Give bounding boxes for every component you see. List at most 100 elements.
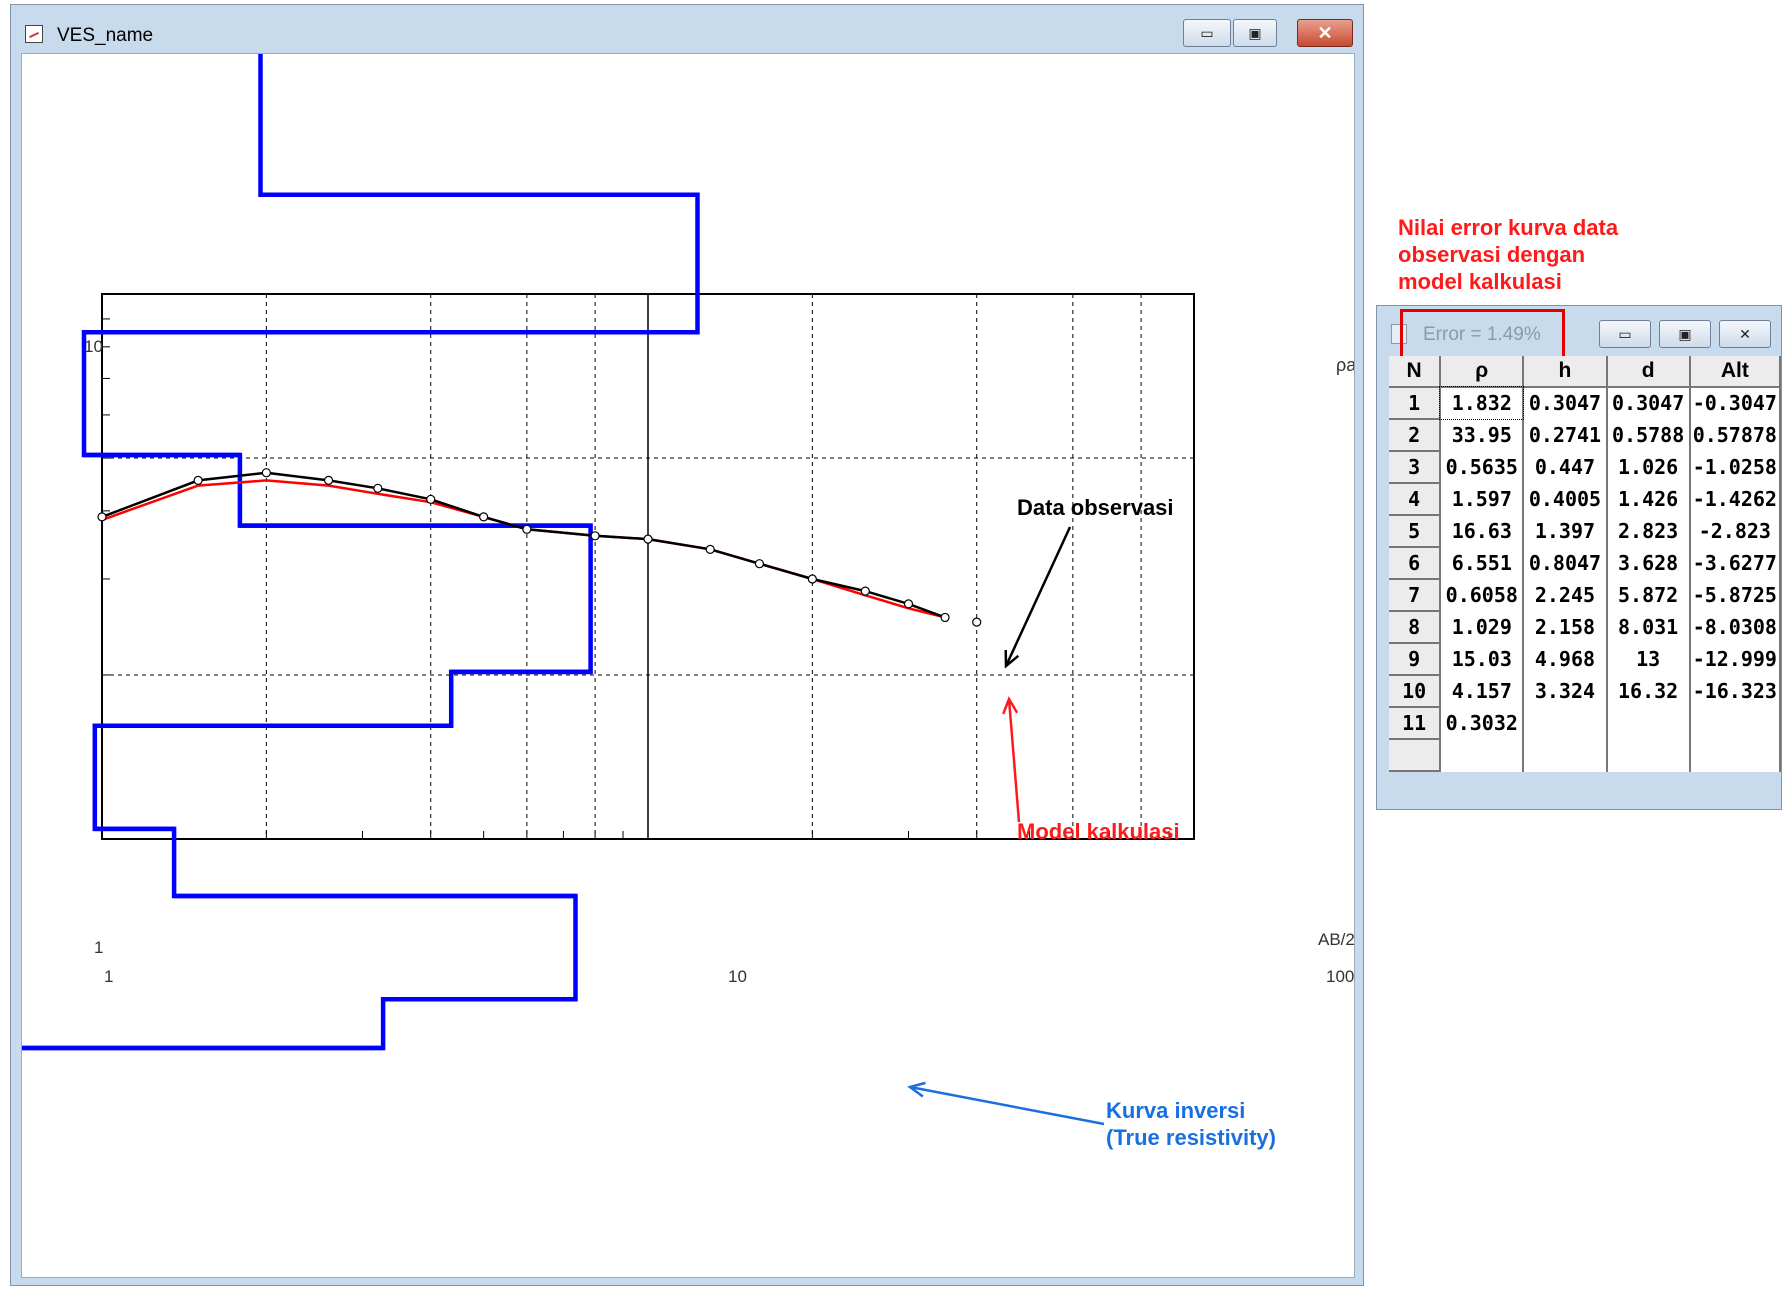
rho-cell[interactable]: 33.95 <box>1440 419 1525 452</box>
x-tick-label-1: 1 <box>104 967 113 986</box>
table-row[interactable]: 5 16.63 1.397 2.823 -2.823 <box>1389 515 1782 548</box>
alt-cell[interactable]: -16.323 <box>1689 675 1782 708</box>
d-cell[interactable]: 0.5788 <box>1606 419 1691 452</box>
table-row[interactable]: 6 6.551 0.8047 3.628 -3.6277 <box>1389 547 1782 580</box>
alt-cell[interactable] <box>1689 739 1782 772</box>
rho-cell[interactable]: 0.3032 <box>1440 707 1525 740</box>
alt-cell[interactable]: -1.0258 <box>1689 451 1782 484</box>
h-cell[interactable]: 0.2741 <box>1523 419 1608 452</box>
h-cell[interactable]: 0.447 <box>1523 451 1608 484</box>
h-cell[interactable]: 0.8047 <box>1523 547 1608 580</box>
alt-cell[interactable]: -5.8725 <box>1689 579 1782 612</box>
observed-curve <box>101 471 946 619</box>
layer-table[interactable]: N ρ h d Alt 1 1.832 0.3047 0.3047 -0.3047 2 33… <box>1389 356 1782 772</box>
observed-point <box>522 524 532 534</box>
rho-cell[interactable]: 15.03 <box>1440 643 1525 676</box>
alt-cell[interactable]: -12.999 <box>1689 643 1782 676</box>
table-row[interactable] <box>1389 739 1782 772</box>
column-header-rho[interactable]: ρ <box>1440 356 1525 388</box>
alt-cell[interactable]: 0.57878 <box>1689 419 1782 452</box>
ves-plot[interactable]: ρa AB/2 1 10 100 10 1 <box>22 54 1355 1278</box>
x-tick-label-100: 100 <box>1326 967 1354 986</box>
rho-cell[interactable]: 0.6058 <box>1440 579 1525 612</box>
table-row[interactable]: 8 1.029 2.158 8.031 -8.0308 <box>1389 611 1782 644</box>
table-row[interactable]: 3 0.5635 0.447 1.026 -1.0258 <box>1389 451 1782 484</box>
observed-point <box>860 586 870 596</box>
h-cell[interactable]: 2.245 <box>1523 579 1608 612</box>
d-cell[interactable]: 2.823 <box>1606 515 1691 548</box>
table-row[interactable]: 2 33.95 0.2741 0.5788 0.57878 <box>1389 419 1782 452</box>
d-cell[interactable]: 0.3047 <box>1606 387 1691 420</box>
row-number: 6 <box>1389 547 1442 580</box>
column-header-d[interactable]: d <box>1606 356 1691 388</box>
chart-app-icon <box>25 25 43 43</box>
observed-point <box>479 512 489 522</box>
rho-cell[interactable]: 16.63 <box>1440 515 1525 548</box>
rho-cell[interactable] <box>1440 739 1525 772</box>
maximize-icon: ▣ <box>1678 325 1692 342</box>
d-cell[interactable]: 8.031 <box>1606 611 1691 644</box>
error-maximize-button[interactable]: ▣ <box>1659 320 1711 348</box>
column-header-h[interactable]: h <box>1523 356 1608 388</box>
table-row[interactable]: 11 0.3032 <box>1389 707 1782 740</box>
h-cell[interactable]: 3.324 <box>1523 675 1608 708</box>
table-row[interactable]: 1 1.832 0.3047 0.3047 -0.3047 <box>1389 386 1782 420</box>
table-row[interactable]: 4 1.597 0.4005 1.426 -1.4262 <box>1389 483 1782 516</box>
d-cell[interactable] <box>1606 739 1691 772</box>
minimize-icon: ▭ <box>1200 24 1214 41</box>
rho-cell[interactable]: 6.551 <box>1440 547 1525 580</box>
h-cell[interactable]: 2.158 <box>1523 611 1608 644</box>
error-minimize-button[interactable]: ▭ <box>1599 320 1651 348</box>
alt-cell[interactable] <box>1689 707 1782 740</box>
error-highlight-box <box>1400 309 1565 359</box>
observed-point <box>972 617 982 627</box>
d-cell[interactable]: 5.872 <box>1606 579 1691 612</box>
table-row[interactable]: 10 4.157 3.324 16.32 -16.323 <box>1389 675 1782 708</box>
h-cell[interactable]: 1.397 <box>1523 515 1608 548</box>
title-bar[interactable]: VES_name ▭ ▣ ✕ <box>11 5 1363 51</box>
d-cell[interactable]: 16.32 <box>1606 675 1691 708</box>
alt-cell[interactable]: -1.4262 <box>1689 483 1782 516</box>
rho-cell[interactable]: 1.597 <box>1440 483 1525 516</box>
table-row[interactable]: 9 15.03 4.968 13 -12.999 <box>1389 643 1782 676</box>
rho-cell[interactable]: 4.157 <box>1440 675 1525 708</box>
row-number: 7 <box>1389 579 1442 612</box>
d-cell[interactable]: 13 <box>1606 643 1691 676</box>
alt-cell[interactable]: -2.823 <box>1689 515 1782 548</box>
h-cell[interactable]: 4.968 <box>1523 643 1608 676</box>
h-cell[interactable]: 0.3047 <box>1523 387 1608 420</box>
alt-cell[interactable]: -8.0308 <box>1689 611 1782 644</box>
d-cell[interactable] <box>1606 707 1691 740</box>
minimize-icon: ▭ <box>1618 325 1632 342</box>
rho-cell[interactable]: 1.832 <box>1439 386 1525 420</box>
column-header-alt[interactable]: Alt <box>1689 356 1782 388</box>
observed-point <box>705 544 715 554</box>
data-observasi-arrow <box>1004 526 1072 667</box>
minimize-button[interactable]: ▭ <box>1183 19 1231 47</box>
d-cell[interactable]: 1.026 <box>1606 451 1691 484</box>
window-title: VES_name <box>57 25 154 46</box>
table-row[interactable]: 7 0.6058 2.245 5.872 -5.8725 <box>1389 579 1782 612</box>
error-close-button[interactable]: ✕ <box>1719 320 1771 348</box>
row-number <box>1389 739 1442 772</box>
kurva-inversi-arrow <box>909 1085 1105 1126</box>
d-cell[interactable]: 3.628 <box>1606 547 1691 580</box>
plot-area[interactable]: ρa AB/2 1 10 100 10 1 <box>21 53 1355 1278</box>
h-cell[interactable] <box>1523 739 1608 772</box>
close-button[interactable]: ✕ <box>1297 19 1353 47</box>
observed-point <box>903 599 914 609</box>
error-note-line2: observasi dengan <box>1398 242 1586 267</box>
h-cell[interactable] <box>1523 707 1608 740</box>
row-number: 3 <box>1389 451 1442 484</box>
h-cell[interactable]: 0.4005 <box>1523 483 1608 516</box>
rho-cell[interactable]: 0.5635 <box>1440 451 1525 484</box>
observed-point <box>590 531 600 541</box>
alt-cell[interactable]: -0.3047 <box>1689 387 1782 420</box>
d-cell[interactable]: 1.426 <box>1606 483 1691 516</box>
kurva-inversi-line1: Kurva inversi <box>1106 1098 1246 1123</box>
maximize-button[interactable]: ▣ <box>1233 19 1277 47</box>
alt-cell[interactable]: -3.6277 <box>1689 547 1782 580</box>
rho-cell[interactable]: 1.029 <box>1440 611 1525 644</box>
observed-point <box>940 612 950 623</box>
column-header-n[interactable]: N <box>1389 356 1442 388</box>
